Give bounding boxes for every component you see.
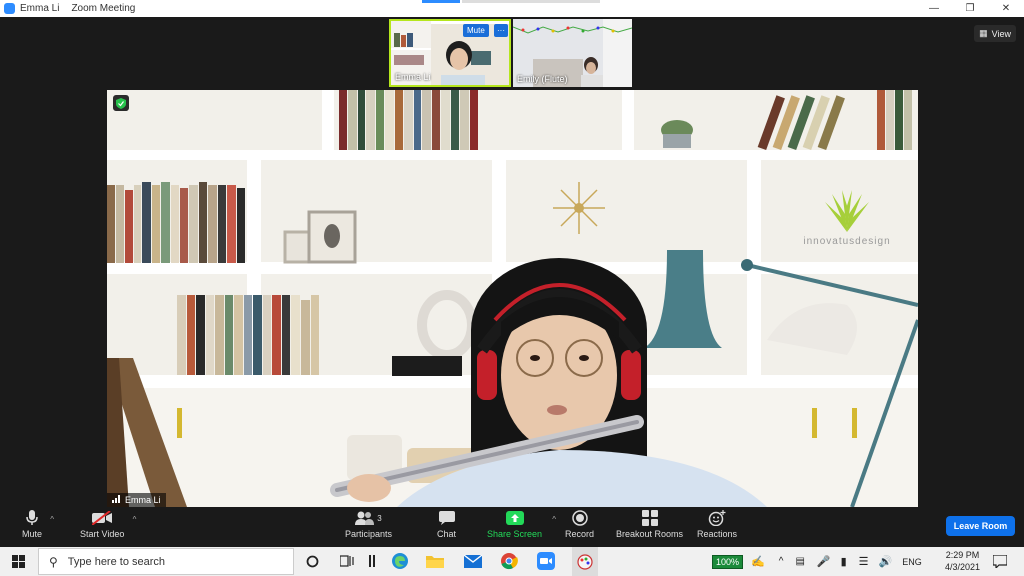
record-icon [571, 509, 588, 527]
notifications-icon[interactable] [990, 551, 1010, 571]
clock-time: 2:29 PM [945, 550, 980, 560]
cortana-icon[interactable] [302, 551, 322, 571]
chrome-icon[interactable] [499, 551, 519, 571]
paint-app-icon[interactable] [572, 547, 598, 576]
mute-button[interactable]: Mute ^ [22, 509, 54, 539]
breakout-rooms-icon [641, 509, 658, 527]
reactions-label: Reactions [697, 529, 738, 539]
start-video-label: Start Video [80, 529, 125, 539]
share-options-caret-icon[interactable]: ^ [552, 515, 556, 524]
share-screen-label: Share Screen [487, 529, 543, 539]
close-icon[interactable]: ✕ [988, 0, 1024, 17]
wifi-icon[interactable]: ☰ [859, 555, 869, 568]
mute-options-caret-icon[interactable]: ^ [50, 515, 54, 524]
mute-label: Mute [22, 529, 43, 539]
taskbar-search-box[interactable]: ⚲ Type here to search [38, 548, 294, 575]
chat-icon [438, 509, 455, 527]
file-explorer-icon[interactable] [425, 551, 445, 571]
record-button[interactable]: Record [565, 509, 594, 539]
window-user-name: Emma Li [20, 3, 60, 14]
window-title: Zoom Meeting [71, 3, 136, 14]
participant-thumbnail-emma[interactable]: Mute ··· Emma Li [389, 19, 511, 87]
battery-icon[interactable]: ▮ [841, 555, 847, 568]
share-screen-button[interactable]: Share Screen ^ [487, 509, 556, 539]
title-bar: Emma Li Zoom Meeting — ❐ ✕ [0, 0, 1024, 17]
top-drag-bar[interactable] [462, 0, 600, 3]
view-label: View [991, 28, 1011, 39]
restore-icon[interactable]: ❐ [952, 0, 988, 17]
volume-icon[interactable]: 🔊 [879, 555, 893, 568]
thumbnail-more-button[interactable]: ··· [494, 24, 508, 37]
breakout-rooms-label: Breakout Rooms [616, 529, 684, 539]
zoom-app-icon[interactable] [536, 551, 556, 571]
speaker-name: Emma Li [125, 495, 161, 505]
zoom-logo-icon [4, 3, 15, 14]
leave-room-button[interactable]: Leave Room [946, 516, 1015, 536]
view-button[interactable]: ▦ View [974, 25, 1016, 42]
task-view-icon[interactable] [337, 551, 357, 571]
pen-icon[interactable]: ✍ [751, 555, 765, 568]
input-language[interactable]: ENG [902, 557, 922, 567]
video-off-icon [92, 509, 113, 527]
share-screen-icon [505, 509, 524, 527]
meet-now-icon[interactable]: ▤ [795, 556, 804, 567]
participants-button[interactable]: 3 Participants [345, 509, 392, 539]
microphone-icon [26, 509, 38, 527]
speaker-video-frame: innovatusdesign [107, 90, 918, 507]
taskbar-clock[interactable]: 2:29 PM 4/3/2021 [945, 549, 980, 573]
meeting-toolbar: Mute ^ Start Video ^ 3 Participants Chat… [0, 507, 1024, 547]
start-video-button[interactable]: Start Video ^ [80, 509, 136, 539]
video-options-caret-icon[interactable]: ^ [133, 515, 137, 524]
taskbar-pause-icon[interactable] [362, 551, 382, 571]
signal-bars-icon [112, 495, 121, 505]
breakout-rooms-button[interactable]: Breakout Rooms [616, 509, 683, 539]
windows-logo-icon [11, 555, 25, 568]
record-label: Record [565, 529, 595, 539]
chat-button[interactable]: Chat [437, 509, 456, 539]
speaker-name-tag: Emma Li [107, 493, 166, 507]
wall-logo-text: innovatusdesign [803, 236, 890, 247]
thumbnail-name-emma: Emma Li [395, 72, 431, 82]
windows-taskbar: ⚲ Type here to search 100% ✍ ^ ▤ 🎤 ▮ ☰ 🔊… [0, 547, 1024, 576]
participants-count: 3 [377, 513, 382, 523]
reactions-smiley-icon [708, 509, 726, 527]
speaker-view-indicator[interactable] [422, 0, 460, 3]
microphone-tray-icon[interactable]: 🎤 [817, 555, 831, 568]
tray-overflow-icon[interactable]: ^ [779, 556, 784, 567]
windows-start-button[interactable] [0, 547, 36, 576]
grid-view-icon: ▦ [979, 28, 988, 38]
thumbnail-mute-button[interactable]: Mute [463, 24, 489, 37]
system-tray: 100% ✍ ^ ▤ 🎤 ▮ ☰ 🔊 ENG [712, 547, 922, 576]
search-placeholder: Type here to search [67, 555, 166, 568]
participants-label: Participants [345, 529, 393, 539]
meeting-stage: ▦ View Mute ··· Emma Li Emily (Flute) in… [0, 17, 1024, 507]
battery-percent-indicator[interactable]: 100% [712, 554, 744, 569]
thumbnail-name-emily: Emily (Flute) [517, 74, 568, 84]
reactions-button[interactable]: Reactions [697, 509, 737, 539]
active-speaker-video: innovatusdesign Emma Li [107, 90, 918, 507]
clock-date: 4/3/2021 [944, 562, 980, 572]
search-icon: ⚲ [49, 554, 58, 569]
participant-thumbnail-emily[interactable]: Emily (Flute) [513, 19, 632, 87]
minimize-icon[interactable]: — [916, 0, 952, 17]
edge-browser-icon[interactable] [390, 551, 410, 571]
participants-icon: 3 [355, 509, 382, 527]
encryption-shield-icon[interactable] [113, 95, 129, 111]
mail-icon[interactable] [463, 551, 483, 571]
chat-label: Chat [437, 529, 457, 539]
